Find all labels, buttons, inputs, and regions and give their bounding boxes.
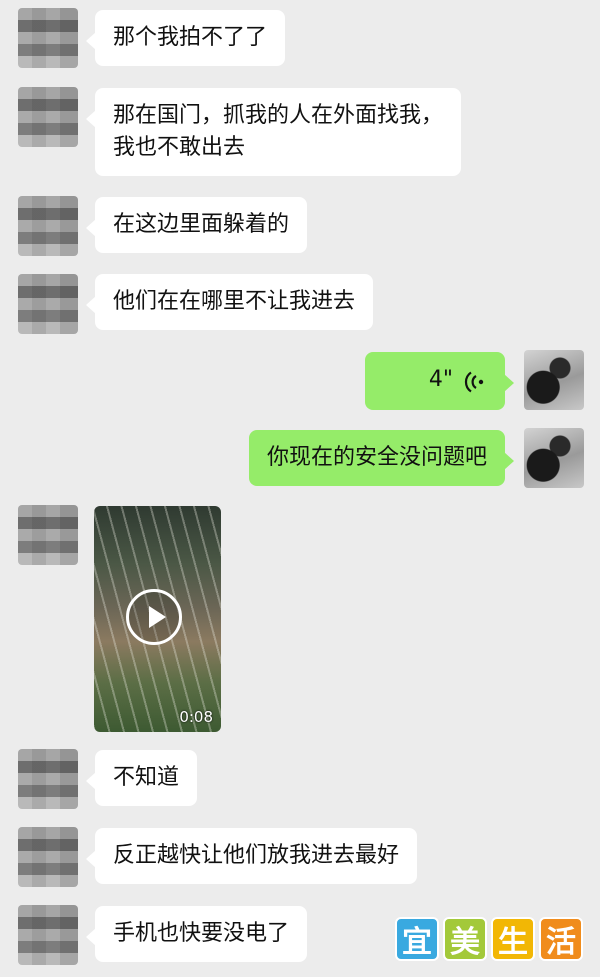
contact-avatar[interactable] [18,749,78,809]
play-icon[interactable] [126,589,182,645]
outgoing-message: 你现在的安全没问题吧 [248,430,515,486]
incoming-message: 那个我拍不了了 [85,10,286,66]
watermark-logo: 宜 美 生 活 [395,917,583,961]
contact-avatar[interactable] [18,196,78,256]
incoming-message: 在这边里面躲着的 [85,197,308,253]
message-text-line: 那在国门，抓我的人在外面找我， [113,103,444,128]
contact-avatar[interactable] [18,505,78,565]
watermark-char: 美 [443,917,487,961]
watermark-char: 生 [491,917,535,961]
voice-wave-icon [464,371,484,393]
incoming-message: 反正越快让他们放我进去最好 [85,828,418,884]
incoming-message: 不知道 [85,750,198,806]
contact-avatar[interactable] [18,8,78,68]
contact-avatar[interactable] [18,87,78,147]
message-text-line: 我也不敢出去 [113,135,246,160]
my-avatar[interactable] [524,428,584,488]
contact-avatar[interactable] [18,905,78,965]
message-text: 反正越快让他们放我进去最好 [113,843,400,868]
video-duration: 0:08 [179,708,213,726]
voice-message[interactable]: 4" [365,352,514,410]
message-text: 手机也快要没电了 [113,921,290,946]
contact-avatar[interactable] [18,827,78,887]
message-text: 你现在的安全没问题吧 [266,445,487,470]
watermark-char: 活 [539,917,583,961]
watermark-char: 宜 [395,917,439,961]
incoming-message: 手机也快要没电了 [85,906,308,962]
contact-avatar[interactable] [18,274,78,334]
incoming-message: 他们在在哪里不让我进去 [85,274,374,330]
message-text: 他们在在哪里不让我进去 [113,289,356,314]
message-text: 不知道 [113,765,180,790]
message-text: 那个我拍不了了 [113,25,268,50]
incoming-message: 那在国门，抓我的人在外面找我， 我也不敢出去 [85,88,462,176]
message-text: 在这边里面躲着的 [113,212,290,237]
voice-duration: 4" [428,367,453,392]
my-avatar[interactable] [524,350,584,410]
video-message[interactable]: 0:08 [94,506,221,732]
